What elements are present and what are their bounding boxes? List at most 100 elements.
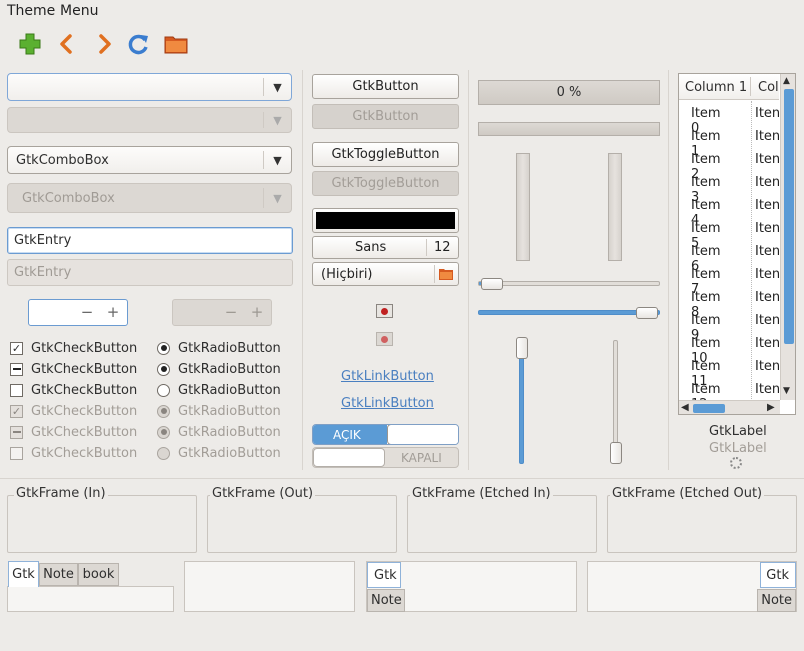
notebook-tab[interactable]: Gtk xyxy=(8,561,39,587)
tab-label: Gtk xyxy=(12,567,35,582)
chevron-up-icon[interactable]: ▲ xyxy=(783,76,790,86)
horizontal-scrollbar[interactable]: ◀ ▶ xyxy=(679,400,780,414)
notebook-tab[interactable]: Note xyxy=(757,589,796,612)
chevron-right-icon[interactable]: ▶ xyxy=(767,402,775,413)
tree-cell[interactable]: Iten xyxy=(755,336,780,351)
file-chooser-button[interactable]: (Hiçbiri) xyxy=(312,262,459,286)
radio-label: GtkRadioButton xyxy=(178,424,281,440)
combo-box[interactable]: GtkComboBox ▼ xyxy=(7,146,292,174)
link-button[interactable]: GtkLinkButton xyxy=(341,369,434,384)
radio-icon[interactable] xyxy=(157,383,170,397)
text-entry-value: GtkEntry xyxy=(14,233,72,248)
tree-cell[interactable]: Iten xyxy=(755,290,780,305)
tree-cell[interactable]: Iten xyxy=(755,198,780,213)
chevron-down-icon[interactable]: ▼ xyxy=(263,151,291,169)
color-button[interactable] xyxy=(312,208,459,233)
chevron-down-icon: ▼ xyxy=(263,112,291,128)
tree-cell[interactable]: Iten xyxy=(755,175,780,190)
radio-icon xyxy=(157,446,170,460)
tab-label: Note xyxy=(761,593,792,608)
notebook-tab[interactable]: Note xyxy=(39,563,78,586)
font-size: 12 xyxy=(434,240,451,255)
radio-button-selected[interactable]: GtkRadioButton xyxy=(157,339,281,357)
dash-icon[interactable] xyxy=(10,362,23,376)
tree-header: Column 1 Col xyxy=(679,74,779,100)
back-icon[interactable] xyxy=(55,32,79,56)
notebook-page xyxy=(184,561,355,612)
check-label: GtkCheckButton xyxy=(31,382,138,398)
radio-icon[interactable] xyxy=(157,362,170,376)
switch-on[interactable]: AÇIK xyxy=(312,424,459,445)
add-icon[interactable] xyxy=(18,32,42,56)
minus-icon: − xyxy=(224,303,238,321)
file-chooser-label: (Hiçbiri) xyxy=(321,266,373,282)
radio-label: GtkRadioButton xyxy=(178,361,281,377)
text-entry[interactable]: GtkEntry xyxy=(7,227,293,254)
radio-button-unselected[interactable]: GtkRadioButton xyxy=(157,381,281,399)
checkbox-empty-icon[interactable] xyxy=(10,383,23,397)
hscale-trough[interactable] xyxy=(478,310,660,315)
frame-label: GtkFrame (Etched Out) xyxy=(610,486,765,501)
folder-icon[interactable] xyxy=(163,32,188,56)
radio-button-selected[interactable]: GtkRadioButton xyxy=(157,360,281,378)
check-label: GtkCheckButton xyxy=(31,340,138,356)
hscale-slider[interactable] xyxy=(636,307,658,319)
chevron-down-icon[interactable]: ▼ xyxy=(263,78,291,96)
plus-icon[interactable]: + xyxy=(103,302,123,322)
refresh-icon[interactable] xyxy=(127,32,151,56)
vscale-slider[interactable] xyxy=(610,442,622,464)
vscale-slider[interactable] xyxy=(516,337,528,359)
spin-button[interactable]: − + xyxy=(28,299,128,326)
notebook-tab[interactable]: Gtk xyxy=(367,562,401,588)
scrollbar-thumb[interactable] xyxy=(693,404,725,413)
switch-knob[interactable] xyxy=(313,448,385,467)
chevron-left-icon[interactable]: ◀ xyxy=(681,402,689,413)
tree-cell[interactable]: Iten xyxy=(755,313,780,328)
minus-icon[interactable]: − xyxy=(77,302,97,322)
menu-menu[interactable]: Menu xyxy=(60,3,98,19)
hscale-slider[interactable] xyxy=(481,278,503,290)
menu-theme[interactable]: Theme xyxy=(7,3,55,19)
switch-knob[interactable] xyxy=(387,425,458,444)
tab-label: Gtk xyxy=(766,567,789,583)
link-button[interactable]: GtkLinkButton xyxy=(341,396,434,411)
check-icon[interactable]: ✓ xyxy=(10,341,23,355)
check-button-checked[interactable]: ✓ GtkCheckButton xyxy=(10,339,137,357)
notebook-tab[interactable]: Note xyxy=(367,589,405,612)
check-group: ✓ GtkCheckButton GtkCheckButton GtkCheckB… xyxy=(10,339,137,462)
tree-cell[interactable]: Iten xyxy=(755,106,780,121)
check-button-unchecked[interactable]: GtkCheckButton xyxy=(10,381,137,399)
dash-icon xyxy=(10,425,23,439)
column-header[interactable]: Column 1 xyxy=(685,80,747,95)
checkbox-empty-icon xyxy=(10,446,23,460)
vertical-scrollbar[interactable]: ▲ ▼ xyxy=(780,74,795,400)
button-label: GtkButton xyxy=(352,79,419,94)
check-button-inconsistent[interactable]: GtkCheckButton xyxy=(10,360,137,378)
tree-cell[interactable]: Iten xyxy=(755,382,780,397)
tree-cell[interactable]: Iten xyxy=(755,359,780,374)
combo-box-label: GtkComboBox xyxy=(22,190,115,206)
radio-icon[interactable] xyxy=(157,341,170,355)
tree-cell[interactable]: Iten xyxy=(755,244,780,259)
chevron-down-icon: ▼ xyxy=(263,188,291,208)
column-header[interactable]: Col xyxy=(758,80,779,95)
chevron-down-icon[interactable]: ▼ xyxy=(783,386,790,396)
tree-cell[interactable]: Iten xyxy=(755,152,780,167)
folder-icon xyxy=(438,266,454,286)
tree-cell[interactable]: Iten xyxy=(755,267,780,282)
menubar: Theme Menu xyxy=(0,0,804,24)
notebook-tab[interactable]: Gtk xyxy=(760,562,796,588)
forward-icon[interactable] xyxy=(92,32,116,56)
tree-cell[interactable]: Iten xyxy=(755,221,780,236)
gtk-button[interactable]: GtkButton xyxy=(312,74,459,99)
radio-label: GtkRadioButton xyxy=(178,403,281,419)
combo-entry[interactable]: ▼ xyxy=(7,73,292,101)
tree-view[interactable]: Column 1 Col Item 0 Iten Item 1 Iten Item … xyxy=(678,73,796,415)
scrollbar-thumb[interactable] xyxy=(784,89,794,344)
notebook-tab[interactable]: book xyxy=(78,563,119,586)
font-button[interactable]: Sans 12 xyxy=(312,236,459,259)
toggle-button[interactable]: GtkToggleButton xyxy=(312,142,459,167)
tree-cell[interactable]: Iten xyxy=(755,129,780,144)
switch-off[interactable]: KAPALI xyxy=(312,447,459,468)
hscale-trough[interactable] xyxy=(478,281,660,286)
